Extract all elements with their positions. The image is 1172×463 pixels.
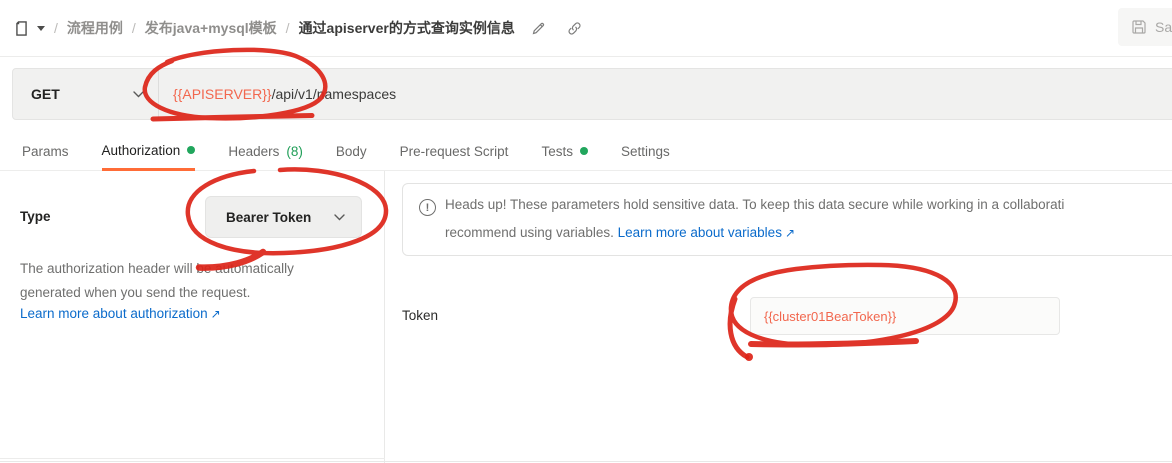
banner-line-1: Heads up! These parameters hold sensitiv… bbox=[445, 191, 1172, 219]
green-dot-icon bbox=[187, 146, 195, 154]
tab-headers[interactable]: Headers (8) bbox=[228, 132, 303, 170]
token-value-underline-annotation bbox=[751, 341, 916, 345]
request-tabs: Params Authorization Headers (8) Body Pr… bbox=[0, 132, 1172, 171]
headers-count-badge: (8) bbox=[286, 144, 303, 159]
tab-tests[interactable]: Tests bbox=[541, 132, 588, 170]
url-path: /api/v1/namespaces bbox=[272, 86, 397, 102]
breadcrumb-item-collection[interactable]: 流程用例 bbox=[67, 18, 123, 38]
chevron-down-icon bbox=[133, 91, 144, 98]
save-button-label: Save bbox=[1155, 19, 1172, 35]
request-header: / 流程用例 / 发布java+mysql模板 / 通过apiserver的方式… bbox=[0, 0, 1172, 57]
breadcrumb-separator: / bbox=[286, 20, 290, 36]
breadcrumb-item-request-title: 通过apiserver的方式查询实例信息 bbox=[299, 18, 515, 38]
save-button[interactable]: Save bbox=[1118, 8, 1172, 46]
auth-type-value: Bearer Token bbox=[226, 210, 311, 225]
caret-down-icon[interactable] bbox=[37, 26, 45, 31]
tab-settings[interactable]: Settings bbox=[621, 132, 670, 170]
sensitive-data-banner: ! Heads up! These parameters hold sensit… bbox=[402, 183, 1172, 256]
external-link-icon: ↗ bbox=[785, 226, 795, 240]
postman-request-view: / 流程用例 / 发布java+mysql模板 / 通过apiserver的方式… bbox=[0, 0, 1172, 463]
auth-description: The authorization header will be automat… bbox=[20, 257, 354, 304]
token-value-tail-annotation bbox=[730, 299, 747, 357]
token-value-tail-end-blob bbox=[745, 353, 753, 361]
edit-pencil-icon[interactable] bbox=[531, 21, 546, 36]
url-variable: {{APISERVER}} bbox=[173, 86, 272, 102]
warning-circle-icon: ! bbox=[419, 199, 436, 216]
banner-line-2: recommend using variables. Learn more ab… bbox=[445, 219, 1172, 247]
breadcrumb: / 流程用例 / 发布java+mysql模板 / 通过apiserver的方式… bbox=[13, 0, 582, 56]
breadcrumb-separator: / bbox=[132, 20, 136, 36]
learn-more-authorization-link[interactable]: Learn more about authorization bbox=[20, 306, 208, 321]
method-label: GET bbox=[31, 86, 60, 102]
external-link-icon: ↗ bbox=[211, 307, 221, 321]
banner-text: Heads up! These parameters hold sensitiv… bbox=[445, 191, 1172, 247]
breadcrumb-separator: / bbox=[54, 20, 58, 36]
green-dot-icon bbox=[580, 147, 588, 155]
auth-type-label: Type bbox=[20, 196, 51, 238]
save-floppy-icon bbox=[1131, 19, 1147, 35]
auth-learn-more-row: Learn more about authorization↗ bbox=[20, 306, 221, 321]
tab-authorization[interactable]: Authorization bbox=[102, 132, 196, 171]
request-file-icon[interactable] bbox=[13, 20, 30, 37]
auth-type-select[interactable]: Bearer Token bbox=[205, 196, 362, 238]
token-label: Token bbox=[402, 297, 438, 335]
tab-pre-request-script[interactable]: Pre-request Script bbox=[400, 132, 509, 170]
panel-bottom-divider bbox=[0, 458, 385, 459]
learn-more-variables-link[interactable]: Learn more about variables bbox=[618, 225, 782, 240]
url-input[interactable]: {{APISERVER}}/api/v1/namespaces bbox=[159, 69, 1172, 119]
tab-body[interactable]: Body bbox=[336, 132, 367, 170]
token-input[interactable] bbox=[750, 297, 1060, 335]
tab-params[interactable]: Params bbox=[22, 132, 69, 170]
request-url-bar: GET {{APISERVER}}/api/v1/namespaces bbox=[12, 68, 1172, 120]
chevron-down-icon bbox=[334, 214, 345, 221]
breadcrumb-item-folder[interactable]: 发布java+mysql模板 bbox=[145, 18, 277, 38]
window-bottom-edge bbox=[0, 461, 1172, 462]
link-chain-icon[interactable] bbox=[567, 21, 582, 36]
method-selector[interactable]: GET bbox=[13, 69, 158, 119]
